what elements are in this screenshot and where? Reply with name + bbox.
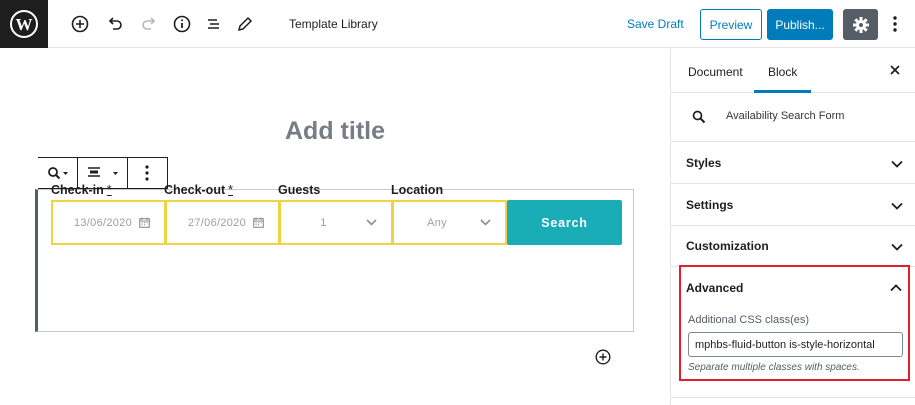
svg-text:W: W [16, 15, 33, 34]
edit-pencil-icon[interactable] [233, 12, 257, 36]
wordpress-logo-icon[interactable]: W [0, 0, 48, 48]
settings-button[interactable] [843, 9, 878, 40]
panel-advanced-title[interactable]: Advanced [686, 281, 743, 295]
checkin-label: Check-in * [51, 183, 112, 197]
chevron-up-icon[interactable] [889, 281, 903, 295]
undo-icon[interactable] [103, 12, 127, 36]
css-class-help: Separate multiple classes with spaces. [688, 362, 860, 373]
block-name: Availability Search Form [726, 110, 845, 122]
checkout-label: Check-out * [164, 183, 233, 197]
guests-label: Guests [278, 183, 321, 197]
css-class-input[interactable] [688, 332, 903, 357]
chevron-down-icon [890, 157, 904, 171]
guests-select[interactable]: 1 [279, 200, 393, 245]
post-title-input[interactable]: Add title [0, 117, 670, 146]
checkout-date-field[interactable]: 27/06/2020 [165, 200, 280, 245]
panel-styles[interactable]: Styles [671, 142, 915, 184]
panel-settings[interactable]: Settings [671, 184, 915, 226]
sidebar-divider [670, 397, 915, 398]
search-icon [47, 167, 68, 180]
add-block-icon[interactable] [68, 12, 92, 36]
block-card: Availability Search Form [671, 93, 915, 142]
tab-document[interactable]: Document [688, 65, 743, 79]
redo-icon[interactable] [137, 12, 161, 36]
chevron-down-icon [366, 219, 377, 226]
calendar-icon [139, 217, 150, 228]
publish-button[interactable]: Publish... [767, 9, 833, 40]
list-view-icon[interactable] [202, 12, 226, 36]
location-select[interactable]: Any [392, 200, 507, 245]
css-class-label: Additional CSS class(es) [688, 314, 810, 326]
preview-button[interactable]: Preview [700, 9, 762, 40]
top-toolbar: W Template Library Save Draft Preview Pu… [0, 0, 915, 48]
inline-add-block-icon[interactable] [594, 348, 611, 365]
sidebar-tabs: Document Block [671, 49, 915, 93]
align-center-icon [87, 167, 118, 177]
block-more-options[interactable] [128, 158, 166, 188]
search-button[interactable]: Search [507, 200, 622, 245]
chevron-down-icon [480, 219, 491, 226]
document-title: Template Library [289, 17, 378, 31]
tab-block[interactable]: Block [753, 65, 812, 93]
calendar-icon [253, 217, 264, 228]
chevron-down-icon [890, 199, 904, 213]
location-label: Location [391, 183, 444, 197]
chevron-down-icon [890, 240, 904, 254]
vertical-dots-icon [145, 165, 149, 181]
panel-customization[interactable]: Customization [671, 225, 915, 267]
close-icon[interactable] [888, 63, 902, 77]
more-options-icon[interactable] [885, 12, 905, 36]
info-icon[interactable] [170, 12, 194, 36]
checkin-date-field[interactable]: 13/06/2020 [51, 200, 166, 245]
search-icon [692, 110, 706, 129]
save-draft-button[interactable]: Save Draft [627, 17, 684, 31]
gear-icon [852, 16, 869, 33]
